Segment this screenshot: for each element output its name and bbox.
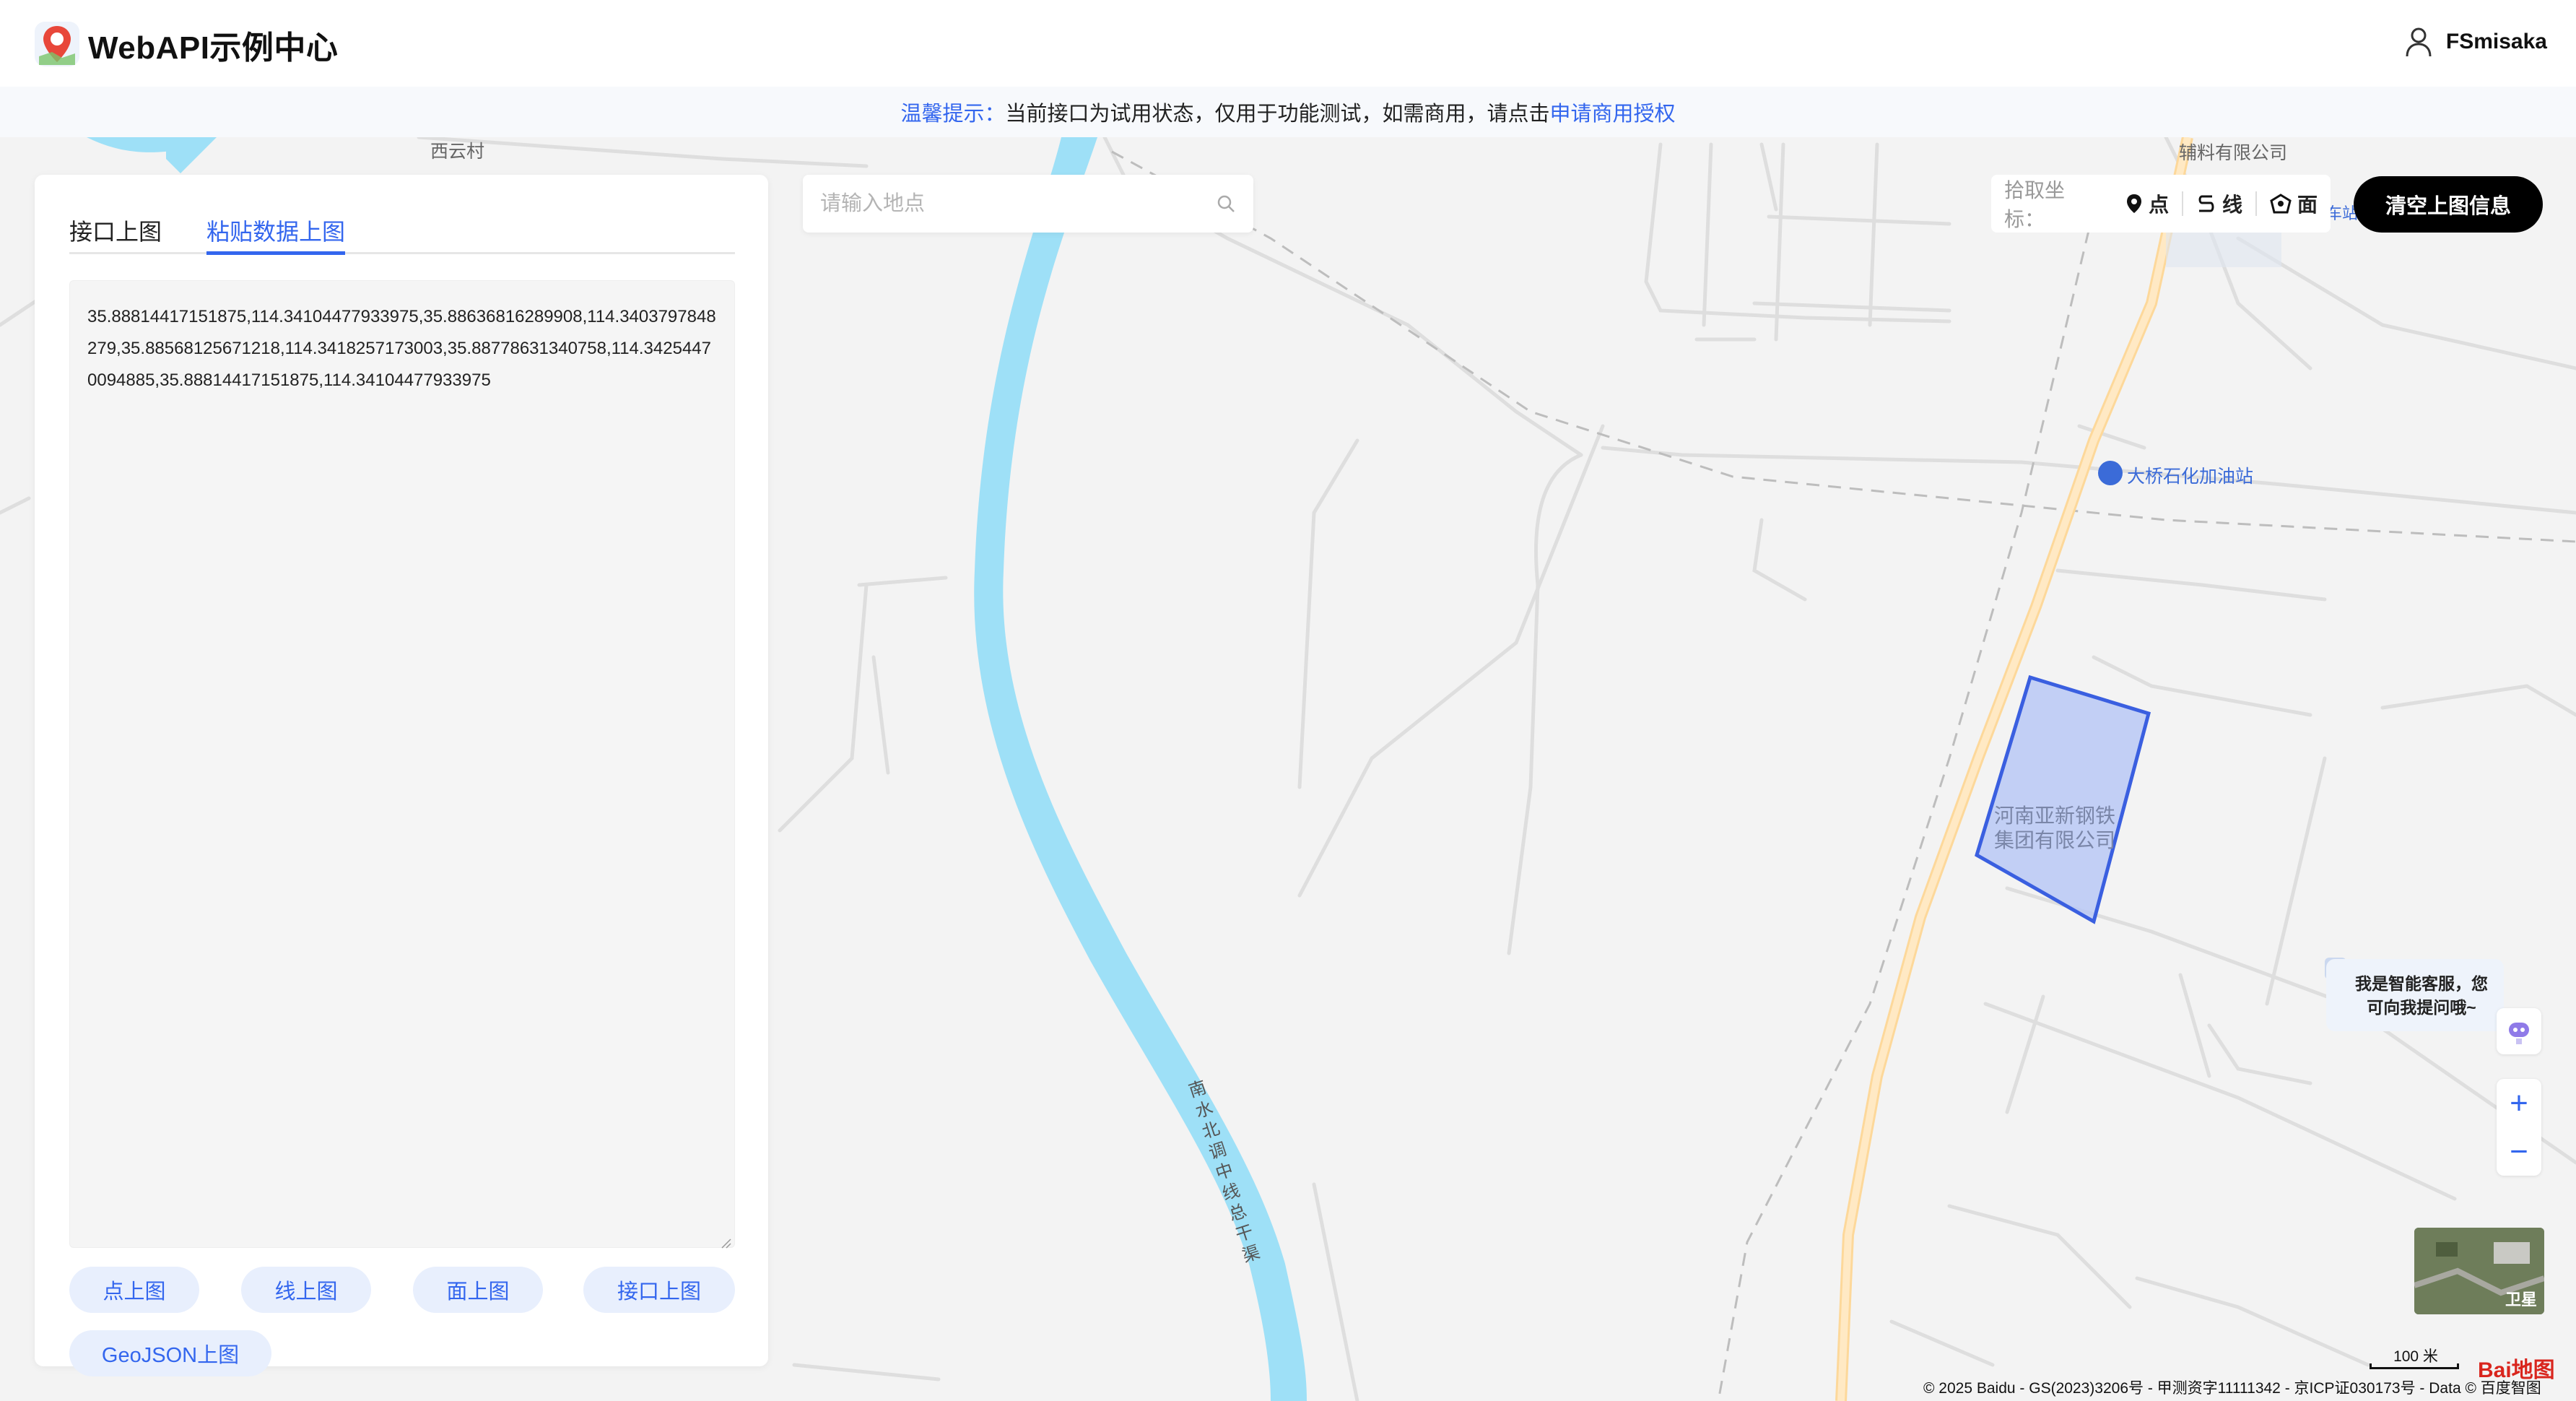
pick-point-button[interactable]: 点	[2112, 189, 2182, 218]
user-menu[interactable]: FSmisaka	[2404, 26, 2547, 58]
plot-line-button[interactable]: 线上图	[241, 1267, 371, 1313]
map-label-steel-2: 集团有限公司	[1994, 829, 2116, 851]
search-input[interactable]	[820, 188, 1196, 220]
apply-license-link[interactable]: 申请商用授权	[1550, 97, 1676, 127]
chat-bubble[interactable]: 我是智能客服，您 可向我提问哦~	[2326, 959, 2504, 1031]
zoom-in-button[interactable]: +	[2497, 1079, 2541, 1127]
zoom-out-button[interactable]: −	[2497, 1127, 2541, 1176]
notice-hint: 温馨提示：	[900, 103, 1006, 126]
coordinate-picker: 拾取坐标： 点 线 面	[1991, 175, 2331, 233]
pick-line-button[interactable]: 线	[2183, 189, 2255, 218]
notice-text: 当前接口为试用状态，仅用于功能测试，如需商用，请点击	[1005, 103, 1550, 126]
route-line-icon	[2198, 195, 2214, 212]
satellite-toggle[interactable]: 卫星	[2414, 1228, 2544, 1314]
gas-station-icon[interactable]	[2098, 461, 2123, 485]
notice-bar: 温馨提示： 当前接口为试用状态，仅用于功能测试，如需商用，请点击 申请商用授权	[0, 87, 2576, 137]
left-panel: 接口上图 粘贴数据上图 35.88814417151875,114.341044…	[35, 175, 768, 1376]
top-header: WebAPI示例中心 FSmisaka	[0, 0, 2576, 87]
pick-polygon-label: 面	[2297, 194, 2318, 216]
zoom-control: + −	[2497, 1079, 2541, 1176]
pick-line-label: 线	[2222, 194, 2243, 216]
chat-line-1: 我是智能客服，您	[2355, 974, 2488, 993]
username: FSmisaka	[2445, 30, 2547, 53]
tab-api-plot[interactable]: 接口上图	[69, 214, 162, 247]
location-search	[803, 175, 1253, 233]
baidu-map-logo-icon	[35, 22, 79, 66]
picker-label: 拾取坐标：	[2004, 179, 2066, 230]
scale-bar	[2370, 1363, 2459, 1369]
plot-api-button[interactable]: 接口上图	[583, 1267, 735, 1313]
baidu-logo: Bai地图	[2478, 1358, 2555, 1382]
chat-line-2: 可向我提问哦~	[2367, 998, 2476, 1017]
panel-tabs: 接口上图 粘贴数据上图	[69, 196, 735, 255]
resize-grip-icon[interactable]	[721, 1238, 732, 1249]
pick-polygon-button[interactable]: 面	[2257, 189, 2331, 218]
location-pin-icon	[2127, 194, 2142, 213]
pick-point-label: 点	[2149, 194, 2170, 216]
clear-map-button[interactable]: 清空上图信息	[2354, 176, 2543, 233]
poi-gas-station[interactable]: 大桥石化加油站	[2127, 462, 2253, 488]
map-label-village: 西云村	[430, 142, 485, 162]
copyright-text: © 2025 Baidu - GS(2023)3206号 - 甲测资字11111…	[1923, 1380, 2541, 1397]
polygon-area-icon	[2270, 194, 2292, 214]
tab-paste-data-plot[interactable]: 粘贴数据上图	[206, 214, 345, 247]
user-icon	[2406, 27, 2432, 57]
satellite-label: 卫星	[2505, 1291, 2537, 1309]
robot-assistant-button[interactable]	[2497, 1008, 2541, 1054]
app-title: WebAPI示例中心	[88, 30, 339, 66]
map-label-company: 辅料有限公司	[2179, 143, 2288, 163]
robot-icon	[2509, 1023, 2529, 1044]
plot-geojson-button[interactable]: GeoJSON上图	[69, 1330, 271, 1376]
active-tab-indicator	[206, 251, 345, 255]
plot-point-button[interactable]: 点上图	[69, 1267, 199, 1313]
plot-polygon-button[interactable]: 面上图	[413, 1267, 543, 1313]
data-textarea[interactable]: 35.88814417151875,114.34104477933975,35.…	[69, 280, 735, 1248]
search-icon[interactable]	[1216, 194, 1236, 214]
